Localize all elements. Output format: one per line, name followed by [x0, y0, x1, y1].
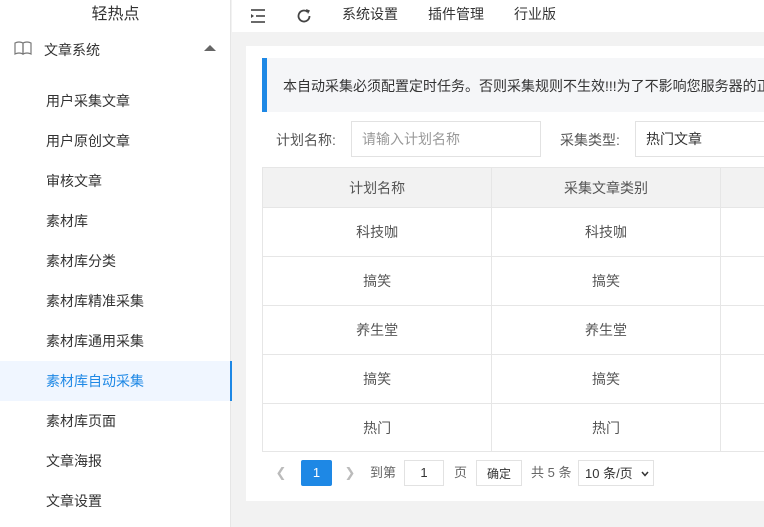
sidebar-item-auto-collect[interactable]: 素材库自动采集 — [0, 361, 232, 401]
sidebar-item-user-original[interactable]: 用户原创文章 — [0, 121, 231, 161]
header-plan-name: 计划名称 — [263, 168, 493, 208]
notice-banner: 本自动采集必须配置定时任务。否则采集规则不生效!!!为了不影响您服务器的正 — [262, 58, 764, 112]
page-button-current[interactable]: 1 — [301, 460, 332, 486]
goto-confirm-button[interactable]: 确定 — [476, 460, 522, 486]
sidebar: 轻热点 文章系统 用户采集文章 用户原创文章 审核文章 素材库 素材库分类 素材… — [0, 0, 232, 527]
cell-category: 养生堂 — [491, 305, 721, 355]
cell-extra — [719, 207, 764, 257]
menu-fold-icon[interactable] — [249, 6, 269, 26]
sidebar-item-settings[interactable]: 文章设置 — [0, 481, 231, 521]
table-row: 养生堂 养生堂 — [263, 305, 764, 355]
table-header-row: 计划名称 采集文章类别 — [263, 168, 764, 208]
sidebar-item-material[interactable]: 素材库 — [0, 201, 231, 241]
cell-plan-name: 搞笑 — [263, 354, 493, 404]
chevron-down-icon — [641, 471, 649, 477]
menu-system-settings[interactable]: 系统设置 — [342, 4, 398, 24]
cell-plan-name: 养生堂 — [263, 305, 493, 355]
collect-type-label: 采集类型: — [560, 132, 620, 148]
cell-plan-name: 热门 — [263, 403, 493, 453]
page-size-select[interactable]: 10 条/页 — [578, 460, 654, 486]
table-row: 搞笑 搞笑 — [263, 256, 764, 306]
plan-table: 计划名称 采集文章类别 科技咖 科技咖 搞笑 搞笑 养生堂 养生堂 搞笑 搞笑 … — [262, 167, 764, 492]
plan-name-label: 计划名称: — [276, 132, 336, 148]
sidebar-item-user-collected[interactable]: 用户采集文章 — [0, 81, 231, 121]
next-page-icon[interactable]: ❯ — [339, 460, 361, 486]
cell-extra — [719, 305, 764, 355]
notice-text: 本自动采集必须配置定时任务。否则采集规则不生效!!!为了不影响您服务器的正 — [283, 78, 764, 94]
sidebar-item-general-collect[interactable]: 素材库通用采集 — [0, 321, 231, 361]
top-bar: 系统设置 插件管理 行业版 — [232, 0, 764, 32]
book-icon — [14, 41, 32, 55]
app-logo: 轻热点 — [91, 6, 140, 23]
pagination: ❮ 1 ❯ 到第 页 确定 共 5 条 10 条/页 — [262, 451, 764, 492]
total-count: 共 5 条 — [531, 465, 572, 480]
cell-category: 热门 — [491, 403, 721, 453]
cell-extra — [719, 256, 764, 306]
table-row: 搞笑 搞笑 — [263, 354, 764, 404]
cell-extra — [719, 403, 764, 453]
sidebar-item-material-page[interactable]: 素材库页面 — [0, 401, 231, 441]
menu-industry-edition[interactable]: 行业版 — [514, 4, 556, 24]
menu-group-label: 文章系统 — [44, 42, 100, 58]
sidebar-item-material-category[interactable]: 素材库分类 — [0, 241, 231, 281]
plan-name-input[interactable] — [351, 121, 541, 157]
sidebar-item-poster[interactable]: 文章海报 — [0, 441, 231, 481]
collect-type-select[interactable]: 热门文章 — [635, 121, 764, 157]
page-size-value: 10 条/页 — [585, 466, 633, 481]
cell-plan-name: 科技咖 — [263, 207, 493, 257]
header-extra — [719, 168, 764, 208]
cell-category: 科技咖 — [491, 207, 721, 257]
refresh-icon[interactable] — [294, 6, 314, 26]
menu-plugin-management[interactable]: 插件管理 — [428, 4, 484, 24]
table-row: 科技咖 科技咖 — [263, 207, 764, 257]
cell-plan-name: 搞笑 — [263, 256, 493, 306]
cell-category: 搞笑 — [491, 256, 721, 306]
sidebar-item-review[interactable]: 审核文章 — [0, 161, 231, 201]
prev-page-icon[interactable]: ❮ — [270, 460, 292, 486]
header-article-category: 采集文章类别 — [491, 168, 721, 208]
table-row: 热门 热门 — [263, 403, 764, 453]
cell-category: 搞笑 — [491, 354, 721, 404]
menu-group-article-system[interactable]: 文章系统 — [0, 30, 231, 70]
goto-label: 到第 — [370, 465, 397, 480]
caret-up-icon[interactable] — [204, 45, 216, 51]
cell-extra — [719, 354, 764, 404]
goto-page-input[interactable] — [404, 460, 444, 486]
sidebar-item-precise-collect[interactable]: 素材库精准采集 — [0, 281, 231, 321]
page-unit-label: 页 — [454, 465, 468, 480]
